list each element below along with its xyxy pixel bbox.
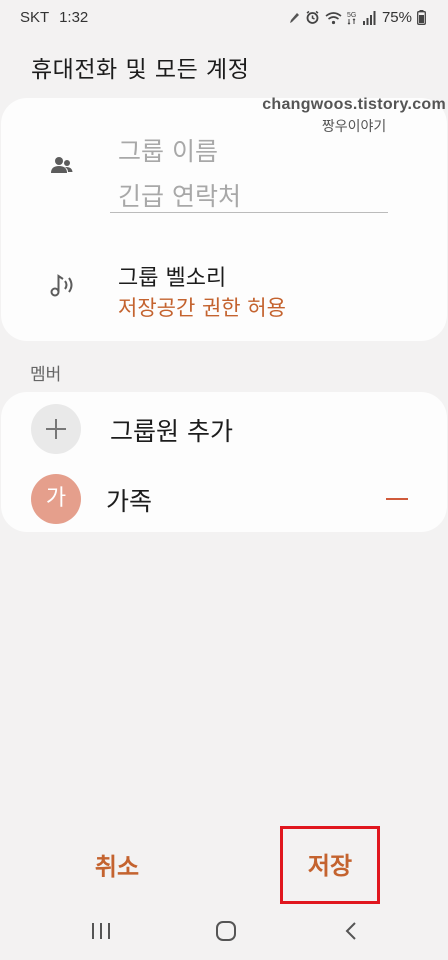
avatar: 가 bbox=[31, 474, 81, 524]
storage-permission-link[interactable]: 저장공간 권한 허용 bbox=[118, 292, 286, 322]
pen-icon bbox=[288, 11, 300, 25]
battery-percent: 75% bbox=[381, 9, 412, 26]
cancel-button[interactable]: 취소 bbox=[70, 845, 164, 889]
carrier-label: SKT bbox=[20, 9, 49, 26]
network-5g-icon: 5G bbox=[347, 10, 358, 25]
music-note-icon bbox=[49, 272, 77, 302]
group-name-underline bbox=[110, 212, 388, 213]
home-icon bbox=[216, 921, 236, 941]
back-button[interactable] bbox=[337, 918, 367, 944]
members-section-label: 멤버 bbox=[30, 365, 62, 385]
clock: 1:32 bbox=[59, 9, 89, 26]
page-title: 휴대전화 및 모든 계정 bbox=[31, 57, 250, 83]
remove-member-button[interactable] bbox=[384, 486, 412, 512]
group-ringtone-label[interactable]: 그룹 벨소리 bbox=[118, 260, 226, 292]
watermark: changwoos.tistory.com 짱우이야기 bbox=[262, 96, 446, 136]
status-left: SKT 1:32 bbox=[20, 9, 88, 26]
member-name: 가족 bbox=[106, 487, 153, 516]
alarm-icon bbox=[305, 10, 320, 25]
status-right: 5G 75% bbox=[288, 9, 426, 26]
group-name-input[interactable]: 그룹 이름 bbox=[118, 132, 218, 168]
watermark-url: changwoos.tistory.com bbox=[262, 96, 446, 113]
watermark-name: 짱우이야기 bbox=[321, 118, 387, 134]
group-name-value[interactable]: 긴급 연락처 bbox=[118, 177, 241, 213]
recents-icon bbox=[92, 923, 110, 939]
battery-icon bbox=[417, 10, 426, 25]
people-icon bbox=[50, 155, 74, 181]
home-button[interactable] bbox=[211, 918, 241, 944]
navigation-bar bbox=[0, 906, 448, 960]
status-bar: SKT 1:32 5G 75% bbox=[0, 0, 448, 34]
add-member-label[interactable]: 그룹원 추가 bbox=[110, 412, 233, 448]
save-button[interactable]: 저장 bbox=[280, 826, 380, 904]
svg-text:5G: 5G bbox=[347, 12, 356, 19]
wifi-icon bbox=[325, 11, 342, 25]
plus-icon bbox=[46, 419, 66, 439]
recents-button[interactable] bbox=[86, 918, 116, 944]
back-icon bbox=[345, 922, 356, 940]
signal-icon bbox=[362, 10, 376, 25]
add-member-button[interactable] bbox=[31, 404, 81, 454]
